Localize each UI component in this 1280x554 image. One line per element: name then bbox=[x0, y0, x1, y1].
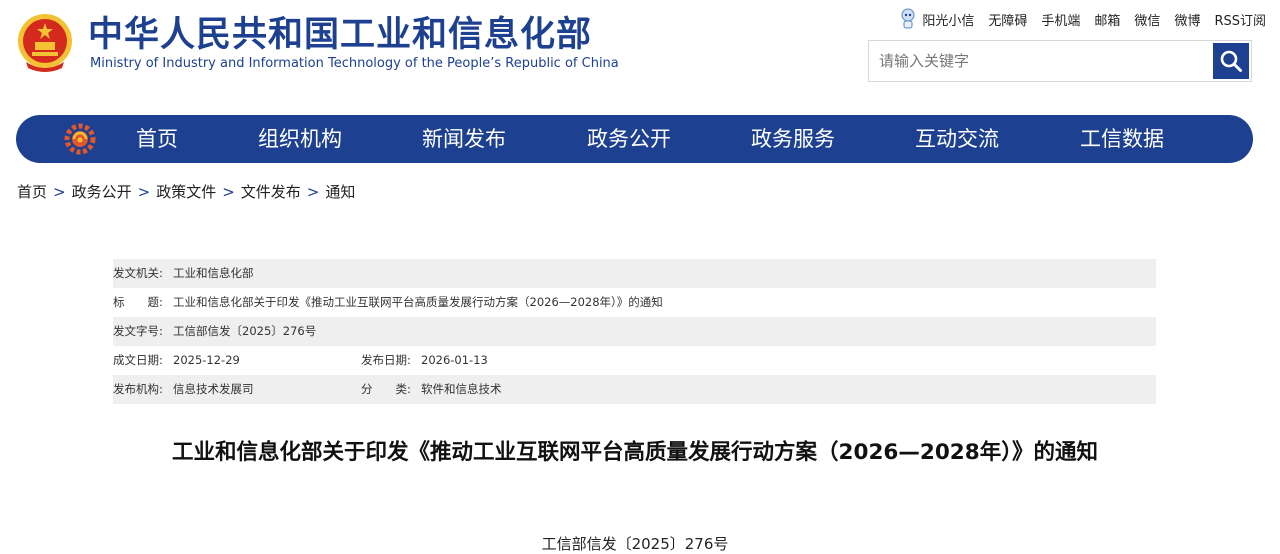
breadcrumb-gov-affairs[interactable]: 政务公开 bbox=[72, 183, 132, 201]
search-input[interactable] bbox=[869, 41, 1213, 81]
meta-label: 分 类: bbox=[361, 382, 411, 396]
site-title[interactable]: 中华人民共和国工业和信息化部 bbox=[88, 14, 592, 56]
breadcrumb: 首页 > 政务公开 > 政策文件 > 文件发布 > 通知 bbox=[17, 182, 355, 202]
meta-label: 标 题: bbox=[113, 295, 163, 309]
meta-category: 软件和信息技术 bbox=[421, 382, 502, 396]
meta-row-docno: 发文字号: 工信部信发〔2025〕276号 bbox=[113, 317, 1156, 346]
nav-interaction[interactable]: 互动交流 bbox=[915, 115, 999, 163]
nav-home[interactable]: 首页 bbox=[136, 115, 178, 163]
meta-row-dates: 成文日期: 2025-12-29 发布日期: 2026-01-13 bbox=[113, 346, 1156, 375]
toplink-accessibility[interactable]: 无障碍 bbox=[988, 10, 1027, 29]
meta-org: 信息技术发展司 bbox=[173, 382, 254, 396]
meta-published-date: 2026-01-13 bbox=[421, 353, 488, 367]
meta-created-date: 2025-12-29 bbox=[173, 353, 240, 367]
document-title: 工业和信息化部关于印发《推动工业互联网平台高质量发展行动方案（2026—2028… bbox=[172, 440, 1098, 465]
breadcrumb-home[interactable]: 首页 bbox=[17, 183, 47, 201]
miit-gear-logo-icon[interactable] bbox=[64, 123, 96, 155]
meta-row-title: 标 题: 工业和信息化部关于印发《推动工业互联网平台高质量发展行动方案（2026… bbox=[113, 288, 1156, 317]
national-emblem-icon[interactable] bbox=[16, 12, 74, 74]
meta-label: 发文机关: bbox=[113, 266, 163, 280]
site-header: 中华人民共和国工业和信息化部 Ministry of Industry and … bbox=[0, 0, 1280, 110]
meta-row-issuer: 发文机关: 工业和信息化部 bbox=[113, 259, 1156, 288]
toplink-label: 阳光小信 bbox=[922, 13, 975, 29]
document-number: 工信部信发〔2025〕276号 bbox=[541, 535, 729, 553]
meta-label: 发布机构: bbox=[113, 382, 163, 396]
robot-assistant-icon bbox=[901, 8, 915, 29]
toplink-mail[interactable]: 邮箱 bbox=[1094, 10, 1120, 29]
document-meta-table: 发文机关: 工业和信息化部 标 题: 工业和信息化部关于印发《推动工业互联网平台… bbox=[113, 259, 1156, 404]
meta-row-org: 发布机构: 信息技术发展司 分 类: 软件和信息技术 bbox=[113, 375, 1156, 404]
breadcrumb-sep: > bbox=[137, 183, 151, 201]
breadcrumb-sep: > bbox=[306, 183, 320, 201]
nav-data[interactable]: 工信数据 bbox=[1080, 115, 1164, 163]
meta-label: 发文字号: bbox=[113, 324, 163, 338]
nav-news[interactable]: 新闻发布 bbox=[422, 115, 506, 163]
meta-docno: 工信部信发〔2025〕276号 bbox=[173, 324, 317, 338]
meta-label: 发布日期: bbox=[361, 353, 411, 367]
toplink-rss[interactable]: RSS订阅 bbox=[1214, 10, 1266, 29]
nav-organization[interactable]: 组织机构 bbox=[258, 115, 342, 163]
breadcrumb-notice[interactable]: 通知 bbox=[325, 183, 355, 201]
main-nav: 首页 组织机构 新闻发布 政务公开 政务服务 互动交流 工信数据 bbox=[16, 115, 1253, 163]
search-box bbox=[868, 40, 1252, 82]
toplink-mobile[interactable]: 手机端 bbox=[1041, 10, 1080, 29]
site-subtitle: Ministry of Industry and Information Tec… bbox=[90, 56, 619, 71]
nav-government-affairs[interactable]: 政务公开 bbox=[587, 115, 671, 163]
toplink-weibo[interactable]: 微博 bbox=[1174, 10, 1200, 29]
breadcrumb-sep: > bbox=[222, 183, 235, 201]
meta-issuer: 工业和信息化部 bbox=[173, 266, 254, 280]
breadcrumb-sep: > bbox=[53, 183, 66, 201]
top-links: 阳光小信 无障碍 手机端 邮箱 微信 微博 RSS订阅 bbox=[900, 8, 1266, 30]
meta-label: 成文日期: bbox=[113, 353, 163, 367]
search-icon bbox=[1220, 50, 1242, 72]
toplink-sunshine[interactable]: 阳光小信 bbox=[900, 8, 974, 30]
breadcrumb-releases[interactable]: 文件发布 bbox=[241, 183, 301, 201]
nav-government-services[interactable]: 政务服务 bbox=[751, 115, 835, 163]
meta-title: 工业和信息化部关于印发《推动工业互联网平台高质量发展行动方案（2026—2028… bbox=[173, 295, 663, 309]
toplink-wechat[interactable]: 微信 bbox=[1134, 10, 1160, 29]
search-button[interactable] bbox=[1213, 43, 1249, 79]
breadcrumb-policy[interactable]: 政策文件 bbox=[156, 183, 216, 201]
